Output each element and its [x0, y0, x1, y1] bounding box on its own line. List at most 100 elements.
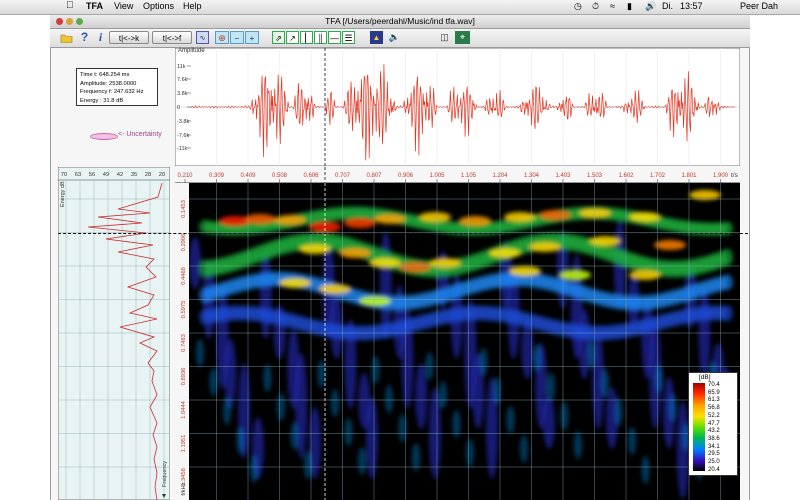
- waveform-ytick: -3.8k: [177, 119, 189, 125]
- energy-plot[interactable]: 70 63 56 49 42 35 28 20 Energy dB Frequency: [58, 167, 170, 500]
- colorbar-box: [dB] 70.4 65.9 61.3 56.8 52.2 47.7 43.2 38.6 34.…: [688, 372, 738, 476]
- time-tick-label: 1.204: [492, 173, 508, 179]
- camera-icon[interactable]: ◫: [438, 31, 451, 44]
- colorbar-level: 29.5: [708, 451, 720, 458]
- grid-lines-icon[interactable]: ☰: [342, 31, 355, 44]
- close-window-button[interactable]: [56, 18, 63, 25]
- energy-xtick: 20: [159, 172, 165, 178]
- waveform-ytick: -11k: [177, 146, 188, 152]
- info-icon[interactable]: i: [94, 31, 107, 44]
- info-energy: Energy : 31.8 dB: [80, 97, 124, 104]
- waveform-view-icon[interactable]: ∿: [196, 31, 209, 44]
- zoom-out-icon[interactable]: −: [230, 31, 244, 44]
- waveform-plot[interactable]: 11k 7.6k 3.8k 0 -3.8k -7.6k -11k: [175, 48, 740, 166]
- freq-tick-label: 0.4468: [181, 267, 187, 285]
- open-folder-icon[interactable]: [60, 31, 73, 44]
- freq-tick-label: 0.7483: [181, 334, 187, 352]
- app-name[interactable]: TFA: [86, 1, 103, 11]
- minimize-window-button[interactable]: [66, 18, 73, 25]
- window-title: TFA [/Users/peerdahl/Music/ind tfa.wav]: [325, 16, 475, 26]
- double-line-icon[interactable]: ║: [314, 31, 327, 44]
- time-tick-label: 1.105: [461, 173, 477, 179]
- waveform-ytick: 0: [177, 105, 180, 111]
- menu-bar:  TFA View Options Help ◷ ⏱ ≈ ▮ 🔊 Di. 13…: [0, 0, 800, 15]
- apple-icon[interactable]: : [66, 0, 74, 11]
- waveform-ytick: 11k: [177, 64, 186, 70]
- spectrum-icon[interactable]: ▲: [370, 31, 383, 44]
- menu-view[interactable]: View: [114, 1, 133, 11]
- colorbar-level: 56.8: [708, 405, 720, 412]
- volume-icon[interactable]: 🔊: [645, 1, 656, 12]
- timer-icon[interactable]: ⏱: [592, 1, 599, 12]
- freq-tick-label: 0.5975: [181, 301, 187, 319]
- info-time: Time t: 648.254 ms: [80, 72, 130, 78]
- time-tick-label: 0.409: [240, 173, 256, 179]
- colorbar-level: 34.1: [708, 443, 720, 450]
- time-tick-label: 1.403: [555, 173, 571, 179]
- time-tick-label: 1.304: [524, 173, 540, 179]
- energy-xtick: 70: [61, 172, 67, 178]
- zoom-window-button[interactable]: [76, 18, 83, 25]
- time-machine-icon[interactable]: ◷: [574, 1, 582, 12]
- uncertainty-label: <- Uncertainty: [118, 131, 162, 138]
- select-tool-icon[interactable]: ⇗: [272, 31, 285, 44]
- wifi-icon[interactable]: ≈: [610, 1, 615, 11]
- info-box: Time t: 648.254 ms Amplitude: 2538.0000 …: [76, 68, 158, 106]
- clock-time[interactable]: 13:57: [680, 1, 703, 11]
- freq-tick-label: 1.1951: [181, 435, 187, 453]
- energy-xtick: 49: [103, 172, 109, 178]
- colorbar-level: 20.4: [708, 466, 720, 473]
- time-tick-label: 0.606: [303, 173, 319, 179]
- waveform-ytick: 7.6k: [177, 77, 188, 83]
- colorbar-level: 47.7: [708, 420, 720, 427]
- battery-icon[interactable]: ▮: [627, 1, 632, 12]
- freq-tick-label: 1.0444: [181, 400, 187, 419]
- clock-day[interactable]: Di.: [662, 1, 673, 11]
- time-frequency-k-button[interactable]: t|<->k: [109, 31, 149, 44]
- target-icon[interactable]: ⌖: [455, 31, 470, 44]
- crosshair-tool-icon[interactable]: ⊕: [215, 31, 229, 44]
- time-tick-label: 0.906: [398, 173, 414, 179]
- spectrogram[interactable]: 0.1453 0.2906 0.4468 0.5975 0.7483 0.8936 1.04…: [175, 183, 740, 500]
- energy-xtick: 35: [131, 172, 137, 178]
- menu-help[interactable]: Help: [183, 1, 202, 11]
- energy-ylabel: Frequency: [162, 461, 168, 487]
- move-tool-icon[interactable]: ↗: [286, 31, 299, 44]
- window-titlebar: TFA [/Users/peerdahl/Music/ind tfa.wav]: [50, 15, 750, 29]
- colorbar-level: 38.6: [708, 435, 720, 442]
- colorbar-title: [dB]: [699, 374, 711, 381]
- zoom-in-icon[interactable]: +: [245, 31, 259, 44]
- info-frequency: Frequency f: 247.632 Hz: [80, 89, 144, 95]
- waveform-ylabel: Amplitude: [178, 48, 205, 54]
- time-axis: 0.210 0.309 0.409 0.508 0.606 0.707 0.807 0.906…: [175, 167, 740, 183]
- time-tick-label: 0.807: [366, 173, 382, 179]
- time-tick-label: 0.707: [335, 173, 351, 179]
- help-icon[interactable]: ?: [78, 31, 91, 44]
- time-tick-label: 1.702: [650, 173, 666, 179]
- freq-unit-label: f/kHz: [181, 482, 187, 495]
- toolbar: ? i t|<->k t|<->f ∿ ⊕ − + ⇗ ↗ ⎢ ║ — ☰ ▲ …: [50, 29, 750, 48]
- single-line-icon[interactable]: ⎢: [300, 31, 313, 44]
- uncertainty-ellipse: [90, 133, 118, 140]
- energy-xtick: 56: [89, 172, 95, 178]
- time-tick-label: 1.900: [713, 173, 729, 179]
- colorbar-level: 25.0: [708, 459, 720, 466]
- waveform-ytick: 3.8k: [177, 91, 188, 97]
- time-tick-label: 0.508: [272, 173, 288, 179]
- time-unit-label: t/s: [731, 172, 739, 179]
- time-tick-label: 1.005: [429, 173, 445, 179]
- freq-tick-label: 0.1453: [181, 200, 187, 218]
- hline-icon[interactable]: —: [328, 31, 341, 44]
- energy-xlabel: Energy dB: [60, 181, 66, 207]
- user-name[interactable]: Peer Dah: [740, 1, 778, 11]
- menu-options[interactable]: Options: [143, 1, 174, 11]
- time-tick-label: 1.602: [618, 173, 634, 179]
- speaker-icon[interactable]: 🔈: [388, 31, 401, 44]
- time-frequency-f-button[interactable]: t|<->f: [152, 31, 192, 44]
- crosshair-horizontal: [58, 233, 748, 234]
- time-tick-label: 1.801: [681, 173, 697, 179]
- waveform-ytick: -7.6k: [177, 133, 189, 139]
- colorbar-gradient: [693, 383, 705, 471]
- colorbar-level: 52.2: [708, 412, 720, 419]
- energy-xtick: 42: [117, 172, 123, 178]
